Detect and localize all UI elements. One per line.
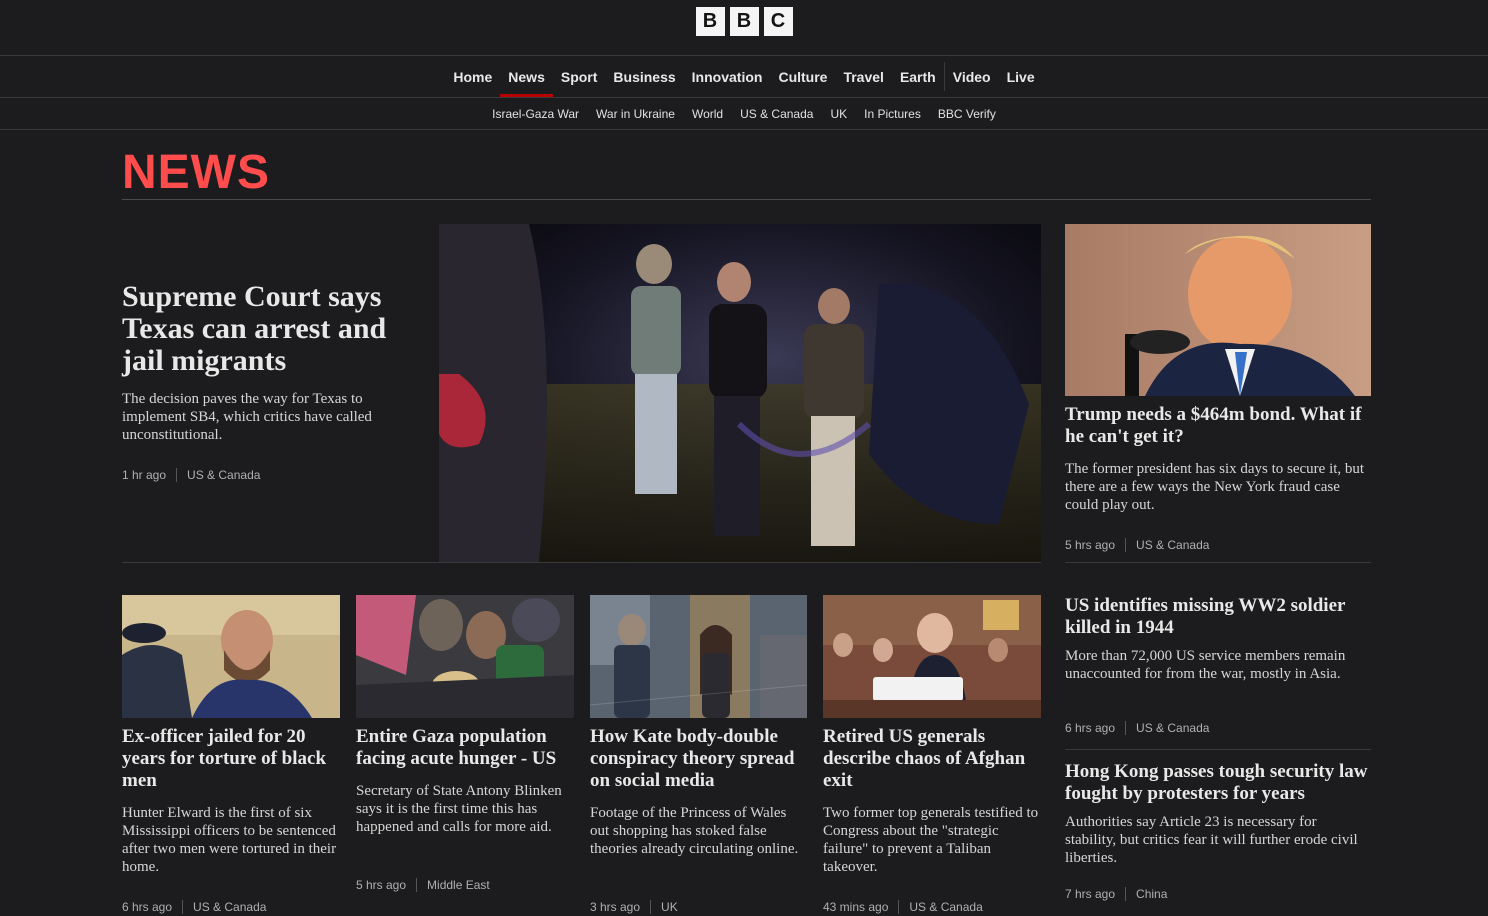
lead-photo bbox=[439, 224, 1041, 562]
nav-culture[interactable]: Culture bbox=[770, 56, 835, 97]
nav-video[interactable]: Video bbox=[945, 56, 999, 97]
subnav-bbc-verify[interactable]: BBC Verify bbox=[938, 107, 996, 121]
card-headline[interactable]: Ex-officer jailed for 20 years for tortu… bbox=[122, 726, 340, 792]
meta-divider bbox=[650, 900, 652, 914]
meta-divider bbox=[898, 900, 900, 914]
card-photo bbox=[823, 595, 1041, 718]
card-image[interactable] bbox=[356, 595, 574, 718]
lead-meta: 1 hr ago US & Canada bbox=[122, 468, 260, 482]
nav-earth[interactable]: Earth bbox=[892, 56, 944, 97]
side-story-time: 7 hrs ago bbox=[1065, 887, 1116, 901]
card-image[interactable] bbox=[590, 595, 807, 718]
card-photo bbox=[122, 595, 340, 718]
main-nav: Home News Sport Business Innovation Cult… bbox=[0, 56, 1488, 98]
card-time: 5 hrs ago bbox=[356, 878, 407, 892]
subnav-uk[interactable]: UK bbox=[830, 107, 847, 121]
side-story-headline[interactable]: Hong Kong passes tough security law foug… bbox=[1065, 761, 1371, 805]
lead-time: 1 hr ago bbox=[122, 468, 167, 482]
card-headline[interactable]: Retired US generals describe chaos of Af… bbox=[823, 726, 1041, 792]
card-time: 6 hrs ago bbox=[122, 900, 173, 914]
section-title: NEWS bbox=[122, 146, 270, 199]
card-meta: 43 mins ago US & Canada bbox=[823, 900, 983, 914]
card-meta: 6 hrs ago US & Canada bbox=[122, 900, 266, 914]
nav-travel[interactable]: Travel bbox=[835, 56, 891, 97]
meta-divider bbox=[1125, 887, 1127, 901]
card-tag[interactable]: Middle East bbox=[427, 878, 490, 892]
nav-business[interactable]: Business bbox=[605, 56, 683, 97]
lead-image[interactable] bbox=[439, 224, 1041, 562]
right-feature-headline[interactable]: Trump needs a $464m bond. What if he can… bbox=[1065, 404, 1371, 448]
meta-divider bbox=[1125, 538, 1127, 552]
meta-divider bbox=[176, 468, 178, 482]
nav-sport[interactable]: Sport bbox=[553, 56, 606, 97]
card-meta: 5 hrs ago Middle East bbox=[356, 878, 490, 892]
side-story-time: 6 hrs ago bbox=[1065, 721, 1116, 735]
subnav-ukraine[interactable]: War in Ukraine bbox=[596, 107, 675, 121]
nav-home[interactable]: Home bbox=[445, 56, 500, 97]
right-feature-meta: 5 hrs ago US & Canada bbox=[1065, 538, 1209, 552]
right-feature-photo bbox=[1065, 224, 1371, 396]
card-meta: 3 hrs ago UK bbox=[590, 900, 678, 914]
right-feature-image[interactable] bbox=[1065, 224, 1371, 396]
subnav-us-canada[interactable]: US & Canada bbox=[740, 107, 813, 121]
card-summary: Secretary of State Antony Blinken says i… bbox=[356, 783, 562, 835]
right-feature-tag[interactable]: US & Canada bbox=[1136, 538, 1209, 552]
bbc-logo[interactable]: B B C bbox=[695, 7, 793, 36]
right-feature-summary: The former president has six days to sec… bbox=[1065, 461, 1365, 513]
card-summary: Two former top generals testified to Con… bbox=[823, 805, 1039, 875]
card-image[interactable] bbox=[122, 595, 340, 718]
lead-summary: The decision paves the way for Texas to … bbox=[122, 391, 372, 443]
right-feature-time: 5 hrs ago bbox=[1065, 538, 1116, 552]
section-header: NEWS bbox=[122, 148, 1371, 200]
side-story-meta: 6 hrs ago US & Canada bbox=[1065, 721, 1209, 735]
logo-letter: B bbox=[729, 7, 759, 36]
nav-news[interactable]: News bbox=[500, 56, 553, 97]
card-headline[interactable]: Entire Gaza population facing acute hung… bbox=[356, 726, 574, 770]
side-divider bbox=[1065, 562, 1371, 563]
card-time: 3 hrs ago bbox=[590, 900, 641, 914]
side-divider bbox=[1065, 749, 1371, 750]
lead-headline[interactable]: Supreme Court says Texas can arrest and … bbox=[122, 281, 412, 377]
row-divider bbox=[122, 562, 1041, 563]
side-story-tag[interactable]: US & Canada bbox=[1136, 721, 1209, 735]
side-story-meta: 7 hrs ago China bbox=[1065, 887, 1167, 901]
meta-divider bbox=[1125, 721, 1127, 735]
meta-divider bbox=[182, 900, 184, 914]
card-photo bbox=[590, 595, 807, 718]
card-time: 43 mins ago bbox=[823, 900, 889, 914]
card-summary: Hunter Elward is the first of six Missis… bbox=[122, 805, 337, 875]
lead-tag[interactable]: US & Canada bbox=[187, 468, 260, 482]
card-tag[interactable]: US & Canada bbox=[193, 900, 266, 914]
logo-letter: C bbox=[763, 7, 793, 36]
card-tag[interactable]: US & Canada bbox=[909, 900, 982, 914]
subnav-world[interactable]: World bbox=[692, 107, 723, 121]
logo-letter: B bbox=[695, 7, 725, 36]
card-headline[interactable]: How Kate body-double conspiracy theory s… bbox=[590, 726, 807, 792]
nav-live[interactable]: Live bbox=[999, 56, 1043, 97]
meta-divider bbox=[416, 878, 418, 892]
top-bar: B B C bbox=[0, 0, 1488, 56]
card-tag[interactable]: UK bbox=[661, 900, 678, 914]
sub-nav: Israel-Gaza War War in Ukraine World US … bbox=[0, 98, 1488, 130]
side-story-summary: More than 72,000 US service members rema… bbox=[1065, 648, 1346, 682]
side-story-headline[interactable]: US identifies missing WW2 soldier killed… bbox=[1065, 595, 1371, 639]
card-image[interactable] bbox=[823, 595, 1041, 718]
nav-innovation[interactable]: Innovation bbox=[684, 56, 771, 97]
subnav-israel-gaza[interactable]: Israel-Gaza War bbox=[492, 107, 579, 121]
side-story-tag[interactable]: China bbox=[1136, 887, 1167, 901]
card-photo bbox=[356, 595, 574, 718]
side-story-summary: Authorities say Article 23 is necessary … bbox=[1065, 814, 1358, 866]
card-summary: Footage of the Princess of Wales out sho… bbox=[590, 805, 799, 857]
subnav-in-pictures[interactable]: In Pictures bbox=[864, 107, 921, 121]
